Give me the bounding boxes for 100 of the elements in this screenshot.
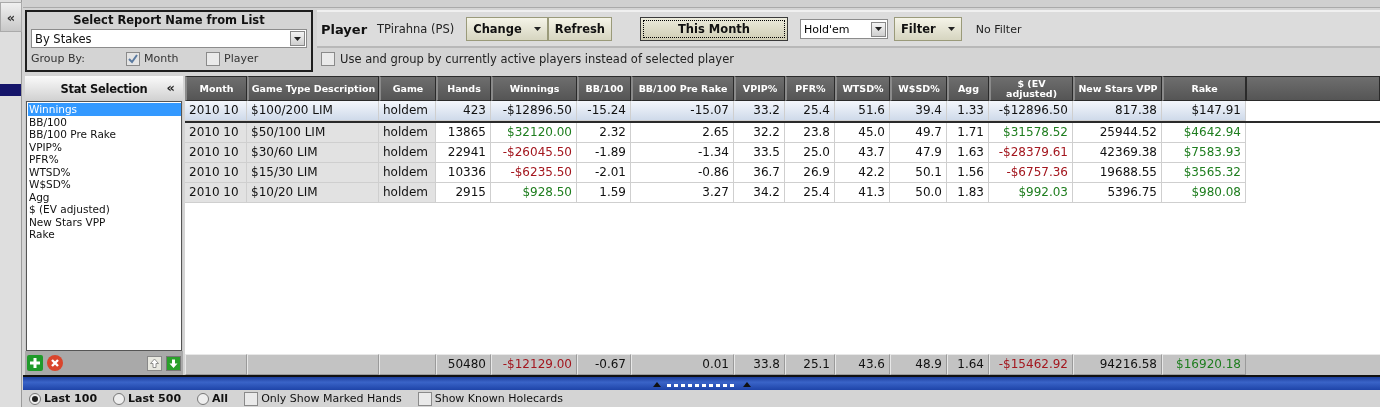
table-cell: -$12896.50 bbox=[989, 101, 1073, 121]
stat-item[interactable]: Agg bbox=[28, 190, 181, 203]
table-cell: 43.6 bbox=[835, 354, 890, 375]
table-cell: 13865 bbox=[436, 123, 491, 143]
table-cell: 42.2 bbox=[835, 163, 890, 183]
table-cell: -15.07 bbox=[631, 101, 734, 121]
table-row[interactable]: 2010 10 $100/200 LIM holdem 423 -$12896.50 -15.24 -15.07 33.2 25.4 51.6 39.4 1.33 -$12896.50 817.38 $147.91 bbox=[185, 101, 1380, 123]
column-header[interactable]: New Stars VPP bbox=[1073, 76, 1162, 101]
splitter[interactable] bbox=[23, 375, 1380, 390]
table-cell: 2.65 bbox=[631, 123, 734, 143]
radio-button[interactable] bbox=[197, 392, 210, 405]
caret-icon bbox=[533, 27, 541, 31]
move-down-icon bbox=[166, 355, 181, 371]
stat-item[interactable]: WTSD% bbox=[28, 165, 181, 178]
column-header[interactable]: Month bbox=[185, 76, 247, 101]
table-cell: 51.6 bbox=[835, 101, 890, 121]
column-header[interactable]: PFR% bbox=[785, 76, 835, 101]
table-cell: 43.7 bbox=[835, 143, 890, 163]
radio-label: Last 500 bbox=[128, 392, 182, 405]
collapse-button[interactable]: « bbox=[166, 80, 175, 95]
stat-item[interactable]: New Stars VPP bbox=[28, 215, 181, 228]
stat-item[interactable]: W$SD% bbox=[28, 178, 181, 191]
checkbox[interactable] bbox=[417, 391, 432, 406]
column-header[interactable]: VPIP% bbox=[734, 76, 785, 101]
stat-item[interactable]: BB/100 bbox=[28, 115, 181, 128]
column-header[interactable]: WTSD% bbox=[835, 76, 890, 101]
stat-item[interactable]: VPIP% bbox=[28, 140, 181, 153]
table-cell: 25944.52 bbox=[1073, 123, 1162, 143]
column-header[interactable]: Agg bbox=[947, 76, 989, 101]
toolbar-button[interactable]: This Month bbox=[640, 17, 788, 41]
table-cell: $30/60 LIM bbox=[247, 143, 379, 163]
caret-icon bbox=[875, 27, 882, 31]
stat-item[interactable]: BB/100 Pre Rake bbox=[28, 128, 181, 141]
table-cell: 25.4 bbox=[785, 183, 835, 203]
column-header[interactable]: Winnings bbox=[491, 76, 577, 101]
report-select[interactable]: By Stakes bbox=[31, 29, 307, 48]
table-row[interactable]: 2010 10 $50/100 LIM holdem 13865 $32120.00 2.32 2.65 32.2 23.8 45.0 49.7 1.71 $31578.52 25944.52 $4642.94 bbox=[185, 123, 1380, 143]
table-cell: 2010 10 bbox=[185, 143, 247, 163]
table-cell: 2.32 bbox=[577, 123, 631, 143]
collapse-button[interactable]: « bbox=[0, 2, 22, 32]
radio-label: Last 100 bbox=[44, 392, 98, 405]
filter-status: No Filter bbox=[975, 22, 1022, 36]
table-cell: 49.7 bbox=[890, 123, 947, 143]
table-cell: $10/20 LIM bbox=[247, 183, 379, 203]
table-cell: -0.67 bbox=[577, 354, 631, 375]
table-cell: 47.9 bbox=[890, 143, 947, 163]
toolbar-button[interactable]: Change bbox=[466, 17, 548, 41]
table-cell: $32120.00 bbox=[491, 123, 577, 143]
game-select[interactable]: Hold'em bbox=[800, 19, 888, 39]
table-row[interactable]: 2010 10 $30/60 LIM holdem 22941 -$26045.50 -1.89 -1.34 33.5 25.0 43.7 47.9 1.63 -$28379.61 42369.38 $7583.93 bbox=[185, 143, 1380, 163]
table-row[interactable]: 2010 10 $15/30 LIM holdem 10336 -$6235.50 -2.01 -0.86 36.7 26.9 42.2 50.1 1.56 -$6757.36 19688.55 $3565.32 bbox=[185, 163, 1380, 183]
checkbox[interactable] bbox=[244, 391, 259, 406]
column-header[interactable]: Rake bbox=[1162, 76, 1246, 101]
player-name: TPirahna (PS) bbox=[377, 22, 455, 36]
table-cell: 22941 bbox=[436, 143, 491, 163]
checkbox-label: Show Known Holecards bbox=[434, 392, 563, 405]
radio-label: All bbox=[212, 392, 229, 405]
column-header[interactable]: Hands bbox=[436, 76, 491, 101]
table-cell: 1.64 bbox=[947, 354, 989, 375]
toolbar-button[interactable]: Refresh bbox=[547, 17, 612, 41]
column-header[interactable]: BB/100 Pre Rake bbox=[631, 76, 734, 101]
column-header[interactable]: BB/100 bbox=[577, 76, 631, 101]
move-up-icon bbox=[147, 355, 162, 371]
table-cell: 817.38 bbox=[1073, 101, 1162, 121]
report-title: Select Report Name from List bbox=[72, 13, 266, 27]
table-cell: -$6757.36 bbox=[989, 163, 1073, 183]
delete-icon bbox=[47, 355, 63, 371]
toolbar-button[interactable]: Filter bbox=[894, 17, 962, 41]
table-cell: 2915 bbox=[436, 183, 491, 203]
table-cell: -2.01 bbox=[577, 163, 631, 183]
table-cell: 45.0 bbox=[835, 123, 890, 143]
stat-item[interactable]: $ (EV adjusted) bbox=[28, 203, 181, 216]
column-header[interactable]: $ (EV adjusted) bbox=[989, 76, 1073, 101]
column-header[interactable]: Game bbox=[379, 76, 436, 101]
table-cell: $4642.94 bbox=[1162, 123, 1246, 143]
table-row[interactable]: 2010 10 $10/20 LIM holdem 2915 $928.50 1.59 3.27 34.2 25.4 41.3 50.0 1.83 $992.03 5396.75 $980.08 bbox=[185, 183, 1380, 203]
table-cell: $100/200 LIM bbox=[247, 101, 379, 121]
table-cell: 41.3 bbox=[835, 183, 890, 203]
table-cell: 10336 bbox=[436, 163, 491, 183]
stat-item[interactable]: Rake bbox=[28, 228, 181, 241]
column-header[interactable]: W$SD% bbox=[890, 76, 947, 101]
table-cell: $992.03 bbox=[989, 183, 1073, 203]
column-header[interactable]: Game Type Description bbox=[247, 76, 379, 101]
table-cell: 423 bbox=[436, 101, 491, 121]
checkbox[interactable] bbox=[126, 51, 140, 66]
stat-item[interactable]: PFR% bbox=[28, 153, 181, 166]
table-cell: $3565.32 bbox=[1162, 163, 1246, 183]
table-cell: 94216.58 bbox=[1073, 354, 1162, 375]
table-cell: -1.89 bbox=[577, 143, 631, 163]
table-cell: 0.01 bbox=[631, 354, 734, 375]
radio-button[interactable] bbox=[29, 392, 41, 405]
table-cell: $31578.52 bbox=[989, 123, 1073, 143]
table-cell: 34.2 bbox=[734, 183, 785, 203]
table-cell: -$26045.50 bbox=[491, 143, 577, 163]
table-cell: 39.4 bbox=[890, 101, 947, 121]
radio-button[interactable] bbox=[113, 392, 126, 405]
checkbox[interactable] bbox=[206, 51, 220, 66]
table-cell: 2010 10 bbox=[185, 123, 247, 143]
checkbox[interactable] bbox=[321, 52, 335, 66]
table-cell: 42369.38 bbox=[1073, 143, 1162, 163]
